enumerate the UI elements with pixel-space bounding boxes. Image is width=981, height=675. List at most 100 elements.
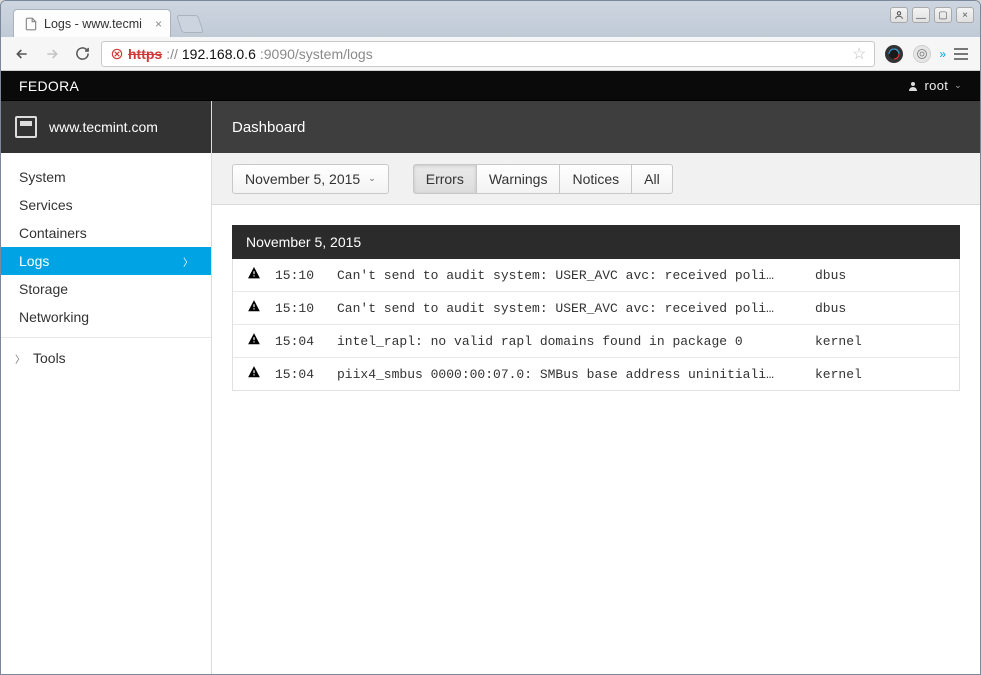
- log-source: kernel: [795, 367, 945, 382]
- url-sep: ://: [166, 46, 178, 62]
- maximize-icon: ▢: [938, 10, 947, 21]
- host-label: www.tecmint.com: [49, 119, 158, 135]
- user-icon: [894, 10, 904, 20]
- segbtn-label: Warnings: [489, 171, 548, 187]
- log-row[interactable]: 15:04 piix4_smbus 0000:00:07.0: SMBus ba…: [233, 357, 959, 390]
- extension-1-icon[interactable]: [885, 45, 903, 63]
- log-source: kernel: [795, 334, 945, 349]
- sidebar-item-label: Storage: [19, 281, 68, 297]
- back-button[interactable]: [11, 43, 33, 65]
- log-time: 15:10: [275, 268, 323, 283]
- reload-icon: [75, 46, 90, 61]
- host-icon: [15, 116, 37, 138]
- chevron-down-icon: ⌄: [368, 173, 376, 184]
- log-time: 15:04: [275, 334, 323, 349]
- sidebar-item-storage[interactable]: Storage: [1, 275, 211, 303]
- bookmark-star-icon[interactable]: ☆: [852, 44, 866, 64]
- window-close-button[interactable]: ×: [956, 7, 974, 23]
- forward-button[interactable]: [41, 43, 63, 65]
- log-row[interactable]: 15:10 Can't send to audit system: USER_A…: [233, 259, 959, 291]
- filter-bar: November 5, 2015 ⌄ Errors Warnings Notic…: [212, 153, 980, 205]
- sidebar-item-tools[interactable]: 〉 Tools: [1, 344, 211, 372]
- url-host: 192.168.0.6: [182, 46, 256, 62]
- log-source: dbus: [795, 301, 945, 316]
- arrow-right-icon: [44, 46, 60, 62]
- sidebar-item-logs[interactable]: Logs 〉: [1, 247, 211, 275]
- chevron-right-icon: 〉: [183, 254, 193, 269]
- sidebar-item-label: Logs: [19, 253, 49, 269]
- log-time: 15:10: [275, 301, 323, 316]
- severity-warnings-button[interactable]: Warnings: [477, 164, 561, 194]
- logs-area: November 5, 2015 15:10 Can't send to aud…: [212, 205, 980, 411]
- app-topbar: FEDORA root ⌄: [1, 71, 980, 101]
- page-content: FEDORA root ⌄ www.tecmint.com System Ser…: [1, 71, 980, 674]
- browser-toolbar: https :// 192.168.0.6 :9090/system/logs …: [1, 37, 980, 71]
- sidebar-item-label: Containers: [19, 225, 87, 241]
- segbtn-label: Errors: [426, 171, 464, 187]
- main-panel: Dashboard November 5, 2015 ⌄ Errors Warn…: [212, 101, 980, 674]
- nav-separator: [1, 337, 211, 338]
- user-menu[interactable]: root ⌄: [907, 78, 962, 93]
- chevron-down-icon: ⌄: [954, 80, 962, 91]
- sidebar-item-containers[interactable]: Containers: [1, 219, 211, 247]
- hamburger-menu-icon[interactable]: [952, 46, 970, 62]
- warning-icon: [247, 266, 261, 284]
- sidebar: www.tecmint.com System Services Containe…: [1, 101, 212, 674]
- minimize-icon: —: [916, 13, 926, 24]
- log-date-label: November 5, 2015: [246, 234, 361, 250]
- avatar-icon: [907, 80, 919, 92]
- browser-window: — ▢ × Logs - www.tecmi × https :// 192.1…: [0, 0, 981, 675]
- severity-notices-button[interactable]: Notices: [560, 164, 632, 194]
- browser-tab[interactable]: Logs - www.tecmi ×: [13, 9, 171, 37]
- log-row[interactable]: 15:04 intel_rapl: no valid rapl domains …: [233, 324, 959, 357]
- app-body: www.tecmint.com System Services Containe…: [1, 101, 980, 674]
- log-message: intel_rapl: no valid rapl domains found …: [337, 334, 781, 349]
- breadcrumb: Dashboard: [212, 101, 980, 153]
- warning-icon: [247, 365, 261, 383]
- warning-icon: [247, 332, 261, 350]
- log-time: 15:04: [275, 367, 323, 382]
- severity-errors-button[interactable]: Errors: [413, 164, 477, 194]
- address-bar[interactable]: https :// 192.168.0.6 :9090/system/logs …: [101, 41, 875, 67]
- sidebar-item-label: System: [19, 169, 66, 185]
- sidebar-item-networking[interactable]: Networking: [1, 303, 211, 331]
- tab-title: Logs - www.tecmi: [44, 17, 142, 31]
- browser-tabstrip: Logs - www.tecmi ×: [1, 1, 980, 37]
- log-date-header: November 5, 2015: [232, 225, 960, 259]
- sidebar-item-label: Tools: [33, 350, 66, 366]
- arrow-left-icon: [14, 46, 30, 62]
- user-name: root: [925, 78, 949, 93]
- url-scheme: https: [128, 46, 162, 62]
- extension-2-icon[interactable]: [913, 45, 931, 63]
- breadcrumb-label: Dashboard: [232, 119, 305, 136]
- severity-all-button[interactable]: All: [632, 164, 673, 194]
- segbtn-label: All: [644, 171, 660, 187]
- new-tab-button[interactable]: [176, 15, 204, 33]
- log-message: Can't send to audit system: USER_AVC avc…: [337, 268, 781, 283]
- overflow-icon[interactable]: »: [939, 47, 944, 61]
- insecure-icon: [110, 47, 124, 61]
- sidebar-item-label: Services: [19, 197, 73, 213]
- log-message: piix4_smbus 0000:00:07.0: SMBus base add…: [337, 367, 781, 382]
- chevron-right-icon: 〉: [15, 351, 25, 366]
- tab-close-icon[interactable]: ×: [155, 17, 162, 31]
- window-user-button[interactable]: [890, 7, 908, 23]
- severity-filter-group: Errors Warnings Notices All: [413, 164, 673, 194]
- url-path: :9090/system/logs: [260, 46, 373, 62]
- date-filter-dropdown[interactable]: November 5, 2015 ⌄: [232, 164, 389, 194]
- window-maximize-button[interactable]: ▢: [934, 7, 952, 23]
- sidebar-item-system[interactable]: System: [1, 163, 211, 191]
- date-filter-label: November 5, 2015: [245, 171, 360, 187]
- log-message: Can't send to audit system: USER_AVC avc…: [337, 301, 781, 316]
- segbtn-label: Notices: [572, 171, 619, 187]
- close-icon: ×: [962, 10, 968, 21]
- reload-button[interactable]: [71, 43, 93, 65]
- log-table: 15:10 Can't send to audit system: USER_A…: [232, 259, 960, 391]
- page-icon: [24, 16, 38, 32]
- log-source: dbus: [795, 268, 945, 283]
- host-header[interactable]: www.tecmint.com: [1, 101, 211, 153]
- warning-icon: [247, 299, 261, 317]
- sidebar-item-services[interactable]: Services: [1, 191, 211, 219]
- log-row[interactable]: 15:10 Can't send to audit system: USER_A…: [233, 291, 959, 324]
- window-minimize-button[interactable]: —: [912, 7, 930, 23]
